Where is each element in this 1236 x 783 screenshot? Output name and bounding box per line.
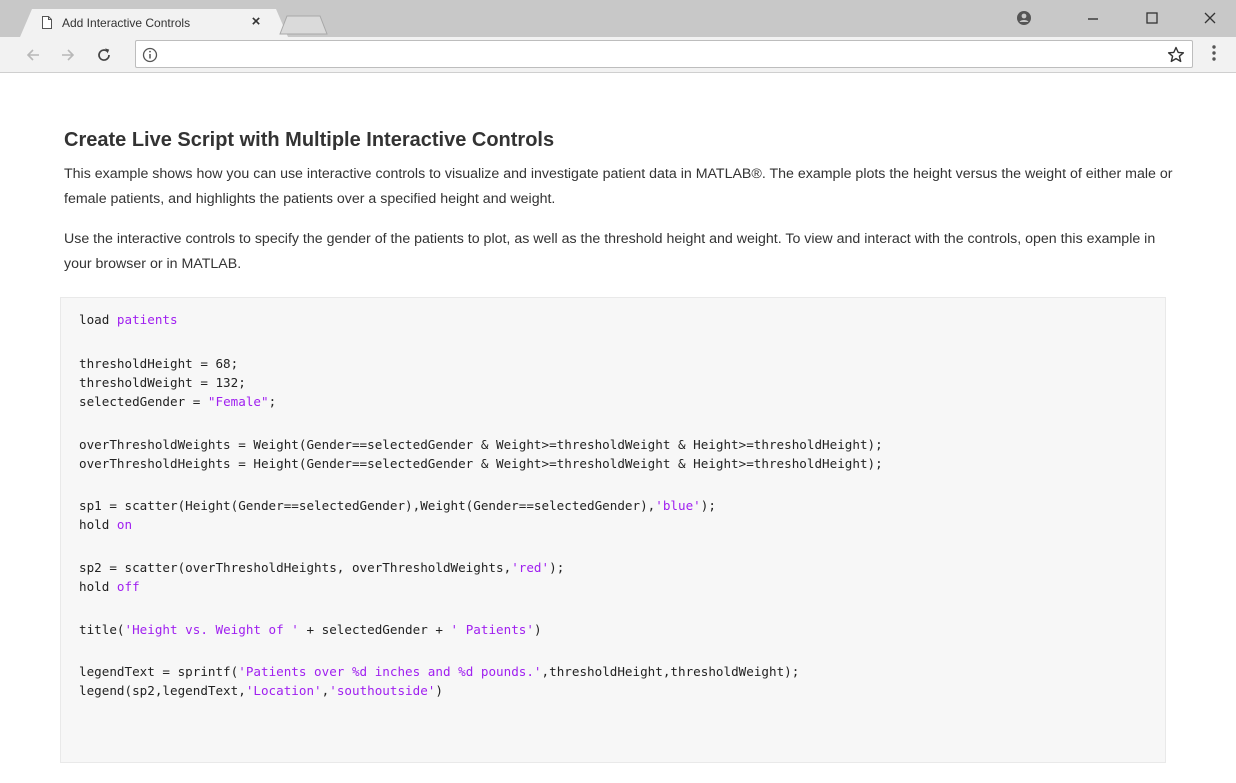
page-icon (42, 16, 52, 29)
back-button[interactable] (22, 44, 44, 66)
close-window-button[interactable] (1190, 4, 1230, 32)
code-line: thresholdHeight = 68; (79, 356, 239, 371)
code-block: load patients thresholdHeight = 68; thre… (60, 297, 1166, 763)
address-bar[interactable] (135, 40, 1193, 68)
code-line: overThresholdWeights = Weight(Gender==se… (79, 437, 883, 452)
account-circle-icon[interactable] (1004, 4, 1044, 32)
info-icon[interactable] (141, 46, 159, 64)
reload-icon (98, 48, 110, 61)
code-line: sp1 = scatter(Height(Gender==selectedGen… (79, 498, 716, 513)
intro-paragraph: This example shows how you can use inter… (64, 166, 1173, 207)
kebab-menu-icon[interactable] (1206, 42, 1222, 64)
reload-button[interactable] (93, 44, 115, 66)
code-line: hold off (79, 579, 140, 594)
page-content: Create Live Script with Multiple Interac… (0, 73, 1236, 783)
page-title: Create Live Script with Multiple Interac… (64, 129, 555, 151)
code-line: sp2 = scatter(overThresholdHeights, over… (79, 560, 565, 575)
new-tab-button[interactable] (279, 15, 329, 35)
code-line: legendText = sprintf('Patients over %d i… (79, 664, 800, 679)
forward-button[interactable] (57, 44, 79, 66)
tab-close-button[interactable]: × (248, 14, 264, 30)
tab-title: Add Interactive Controls (62, 16, 191, 30)
code-line: title('Height vs. Weight of ' + selected… (79, 622, 542, 637)
arrow-left-icon (26, 49, 39, 61)
maximize-button[interactable] (1132, 4, 1172, 32)
instructions-paragraph: Use the interactive controls to specify … (64, 231, 1156, 272)
code-line: overThresholdHeights = Height(Gender==se… (79, 456, 883, 471)
tab-add-interactive-controls[interactable]: Add Interactive Controls × (20, 9, 288, 37)
code-line: legend(sp2,legendText,'Location','southo… (79, 683, 443, 698)
code-line: selectedGender = "Female"; (79, 394, 277, 409)
code-line: hold on (79, 517, 133, 532)
address-input[interactable] (168, 46, 1148, 64)
browser-titlebar: Add Interactive Controls × (0, 0, 1236, 73)
code-line: thresholdWeight = 132; (79, 375, 246, 390)
bookmark-star-icon[interactable] (1166, 45, 1186, 65)
code-line: load patients (79, 312, 178, 327)
arrow-right-icon (62, 49, 75, 61)
minimize-button[interactable] (1073, 4, 1113, 32)
